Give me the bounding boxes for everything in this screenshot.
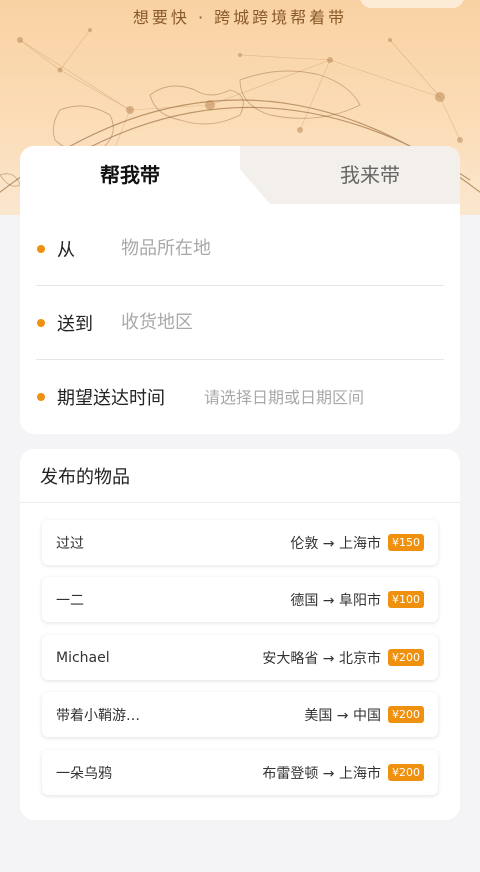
tab-i-will-carry[interactable]: 我来带	[280, 146, 460, 204]
hero-tagline: 想要快 · 跨城跨境帮着带	[132, 8, 348, 27]
item-route: 德国 → 阜阳市	[290, 592, 381, 609]
to-label: 送到	[57, 313, 93, 335]
item-route: 布雷登顿 → 上海市	[262, 765, 381, 782]
from-label: 从	[57, 239, 75, 261]
item-name: 过过	[56, 535, 84, 552]
to-input[interactable]	[121, 302, 421, 343]
item-route: 美国 → 中国	[304, 707, 381, 724]
item-name: 带着小鞘游…	[56, 707, 140, 724]
item-name: 一二	[56, 592, 84, 609]
price-badge: ¥200	[388, 649, 424, 666]
from-field-row[interactable]: 从	[36, 212, 444, 286]
list-item[interactable]: 过过 伦敦 → 上海市 ¥150	[42, 520, 438, 565]
item-route: 伦敦 → 上海市	[290, 535, 381, 552]
time-label: 期望送达时间	[57, 388, 165, 409]
time-input[interactable]	[204, 377, 434, 417]
bullet-dot	[37, 318, 45, 327]
bullet-dot	[37, 244, 45, 253]
list-item[interactable]: 带着小鞘游… 美国 → 中国 ¥200	[42, 692, 438, 737]
published-items-card: 发布的物品 过过 伦敦 → 上海市 ¥150 一二 德国 → 阜阳市 ¥100 …	[20, 449, 460, 820]
price-badge: ¥200	[388, 706, 424, 723]
item-route: 安大略省 → 北京市	[262, 650, 381, 667]
list-item[interactable]: Michael 安大略省 → 北京市 ¥200	[42, 635, 438, 680]
published-items-title: 发布的物品	[40, 467, 130, 488]
price-badge: ¥200	[388, 764, 424, 781]
tab-help-me-carry[interactable]: 帮我带	[40, 146, 220, 204]
price-badge: ¥150	[388, 534, 424, 551]
time-field-row[interactable]: 期望送达时间	[36, 360, 444, 434]
to-field-row[interactable]: 送到	[36, 286, 444, 360]
list-item[interactable]: 一二 德国 → 阜阳市 ¥100	[42, 577, 438, 622]
send-form-card: 帮我带 我来带 从 送到 期望送达时间	[20, 146, 460, 434]
item-name: Michael	[56, 649, 110, 666]
bullet-dot	[37, 393, 45, 401]
list-item[interactable]: 一朵乌鸦 布雷登顿 → 上海市 ¥200	[42, 750, 438, 795]
divider	[20, 502, 460, 503]
from-input[interactable]	[121, 228, 421, 269]
item-name: 一朵乌鸦	[56, 765, 112, 782]
price-badge: ¥100	[388, 591, 424, 608]
